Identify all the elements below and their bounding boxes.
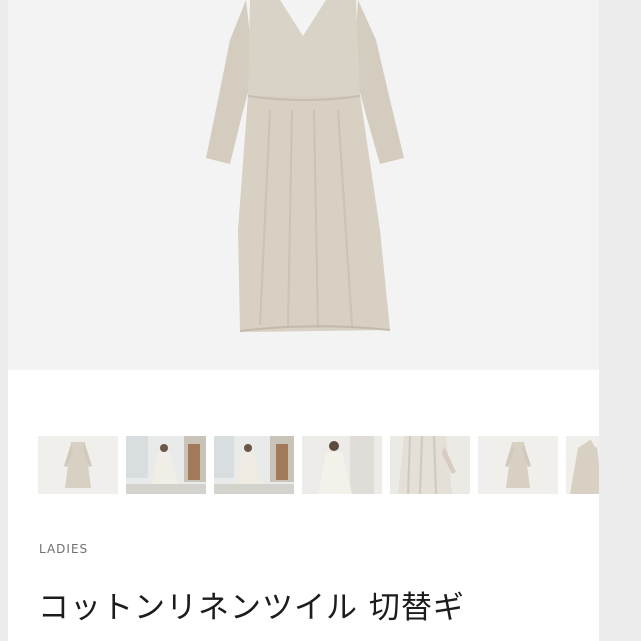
thumbnail-7[interactable] <box>566 436 599 494</box>
thumbnail-2[interactable] <box>126 436 206 494</box>
dress-illustration <box>8 0 599 370</box>
thumbnail-5[interactable] <box>390 436 470 494</box>
thumbnail-gallery <box>38 436 599 494</box>
product-category: LADIES <box>39 542 89 556</box>
page: LADIES コットンリネンツイル 切替ギ <box>0 0 641 641</box>
thumbnail-4[interactable] <box>302 436 382 494</box>
thumbnail-3[interactable] <box>214 436 294 494</box>
main-product-image[interactable] <box>8 0 599 370</box>
thumbnail-1[interactable] <box>38 436 118 494</box>
product-title: コットンリネンツイル 切替ギ <box>38 590 465 626</box>
product-card: LADIES コットンリネンツイル 切替ギ <box>8 0 599 641</box>
thumbnail-6[interactable] <box>478 436 558 494</box>
